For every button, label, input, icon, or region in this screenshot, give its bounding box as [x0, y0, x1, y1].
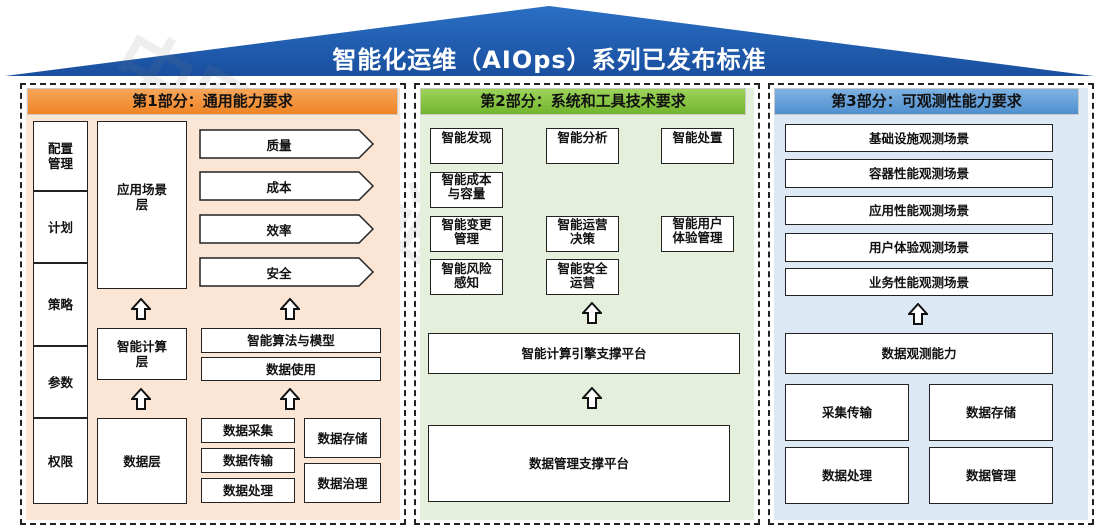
p3-data-store: 数据存储 [929, 384, 1053, 441]
up-arrow-icon [582, 387, 602, 409]
efficiency-label: 效率 [266, 222, 292, 238]
part1-header: 第1部分：通用能力要求 [27, 88, 398, 115]
data-observe-capability: 数据观测能力 [785, 333, 1053, 374]
side-plan: 计划 [33, 191, 88, 263]
scene-business: 业务性能观测场景 [785, 268, 1053, 296]
data-transfer: 数据传输 [201, 448, 295, 473]
cell-smart-handling: 智能处置 [661, 128, 734, 164]
data-use: 数据使用 [201, 357, 381, 381]
main-title: 智能化运维（AIOps）系列已发布标准 [332, 46, 767, 74]
algo-model: 智能算法与模型 [201, 328, 381, 353]
scenario-layer: 应用场景层 [97, 121, 187, 289]
p3-collect-transfer: 采集传输 [785, 384, 909, 441]
cell-smart-cost: 智能成本与容量 [430, 172, 503, 208]
up-arrow-icon [131, 388, 151, 410]
compute-layer: 智能计算层 [97, 328, 187, 380]
data-mgmt-platform: 数据管理支撑平台 [428, 425, 730, 502]
scene-user-experience: 用户体验观测场景 [785, 233, 1053, 262]
cost-label: 成本 [266, 179, 292, 195]
quality-label: 质量 [266, 137, 292, 153]
up-arrow-icon [582, 302, 602, 324]
up-arrow-icon [280, 388, 300, 410]
side-config: 配置管理 [33, 121, 88, 191]
cell-smart-risk: 智能风险感知 [430, 259, 503, 295]
cell-smart-analysis: 智能分析 [546, 128, 619, 164]
scene-application: 应用性能观测场景 [785, 196, 1053, 225]
security-label: 安全 [266, 265, 292, 281]
cell-smart-change: 智能变更管理 [430, 216, 503, 252]
cell-smart-discovery: 智能发现 [430, 128, 503, 164]
scene-container: 容器性能观测场景 [785, 159, 1053, 188]
engine-platform: 智能计算引擎支撑平台 [428, 333, 740, 374]
cell-smart-security-ops: 智能安全运营 [546, 259, 619, 295]
data-layer: 数据层 [97, 418, 187, 504]
data-store: 数据存储 [304, 418, 381, 458]
up-arrow-icon [280, 298, 300, 320]
part2-header: 第2部分：系统和工具技术要求 [420, 88, 746, 115]
up-arrow-icon [131, 298, 151, 320]
p3-data-manage: 数据管理 [929, 447, 1053, 504]
part3-header: 第3部分：可观测性能力要求 [774, 88, 1079, 115]
cell-smart-ops-decision: 智能运营决策 [546, 216, 619, 252]
side-param: 参数 [33, 346, 88, 418]
data-govern: 数据治理 [304, 463, 381, 503]
data-collect: 数据采集 [201, 418, 295, 443]
data-process: 数据处理 [201, 478, 295, 503]
cell-smart-ux: 智能用户体验管理 [661, 216, 734, 252]
p3-data-process: 数据处理 [785, 447, 909, 504]
side-permission: 权限 [33, 418, 88, 504]
side-policy: 策略 [33, 263, 88, 346]
scene-infrastructure: 基础设施观测场景 [785, 124, 1053, 152]
up-arrow-icon [908, 303, 928, 325]
